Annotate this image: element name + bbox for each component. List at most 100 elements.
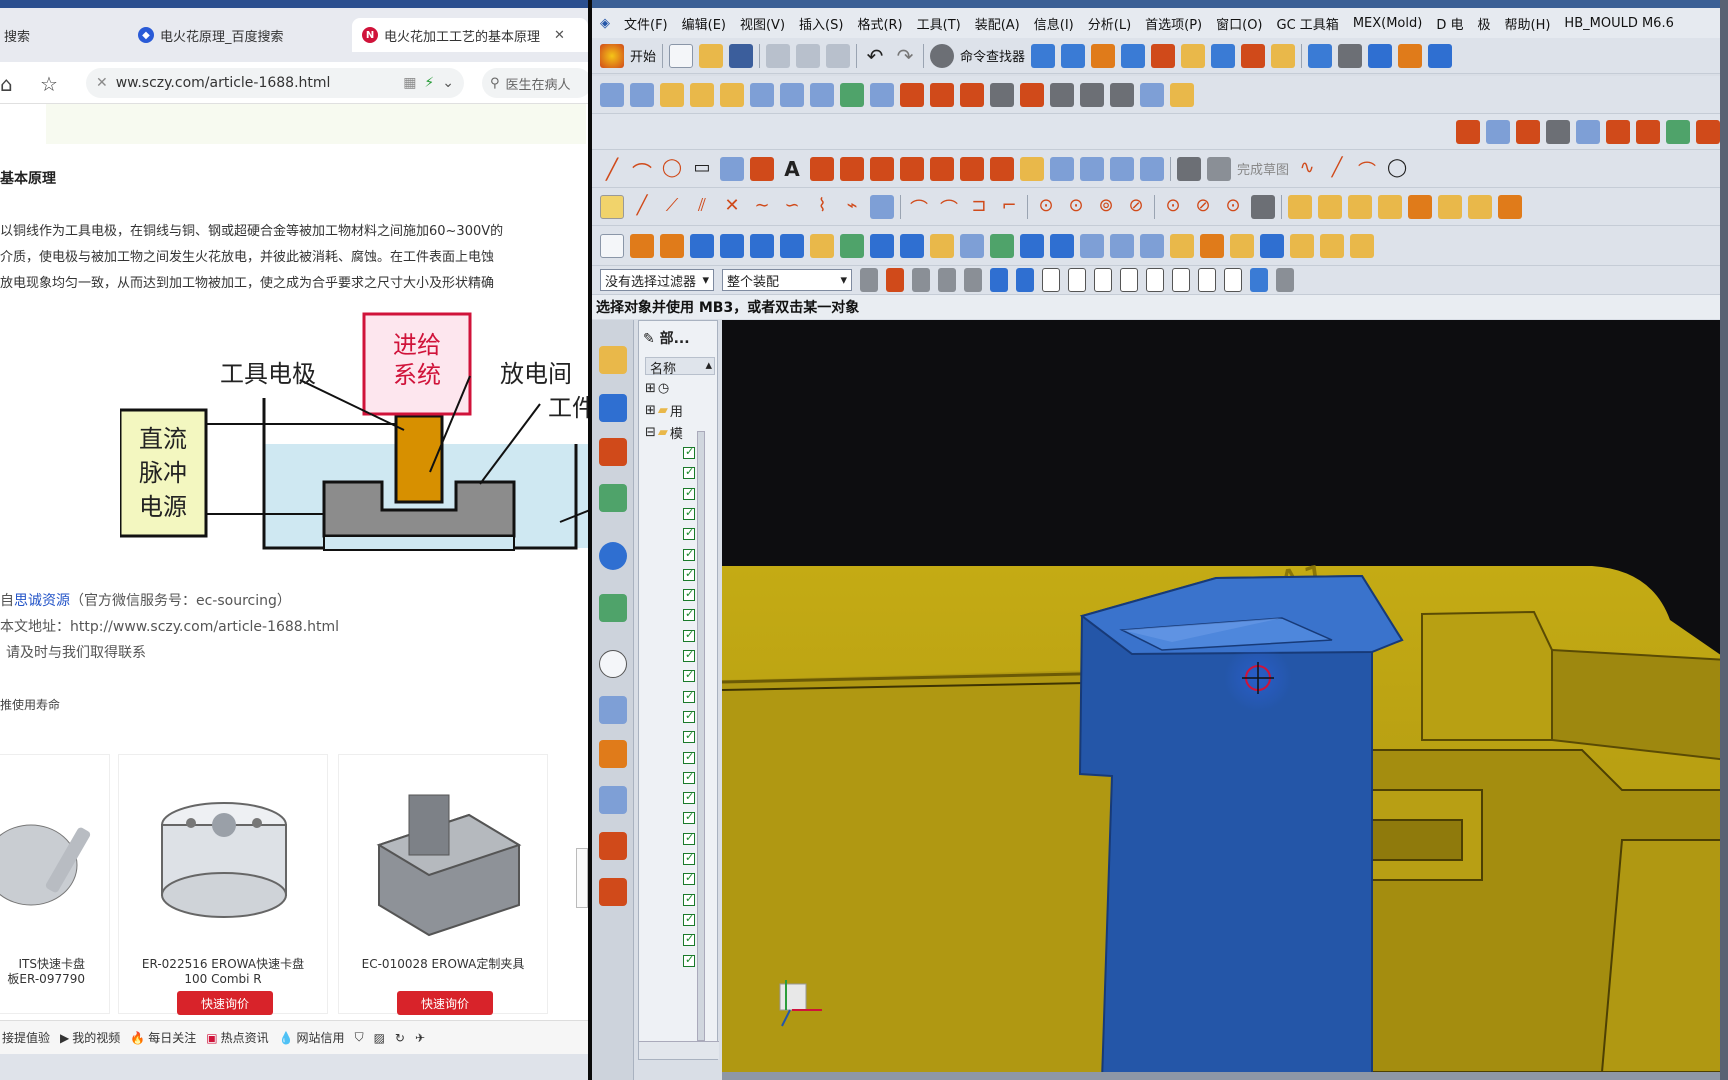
toolbar-icon[interactable]: ⊙ <box>1221 195 1245 219</box>
undo-icon[interactable]: ↶ <box>863 44 887 68</box>
tab-search[interactable]: 搜索 <box>0 18 40 52</box>
toolbar-icon[interactable] <box>1260 233 1284 258</box>
navigator-scrollbar[interactable] <box>697 431 705 1041</box>
toolbar-icon[interactable] <box>1050 156 1074 181</box>
toolbar-icon[interactable] <box>960 82 984 107</box>
info-icon[interactable] <box>599 542 627 570</box>
pin-icon[interactable]: ✎ <box>643 331 655 347</box>
open-folder-icon[interactable] <box>699 43 724 68</box>
toolbar-icon[interactable] <box>860 268 878 292</box>
browser-search-input[interactable]: ⚲ 医生在病人 <box>482 68 588 98</box>
toolbar-icon[interactable] <box>600 194 624 219</box>
toolbar-icon[interactable] <box>1438 194 1462 219</box>
toolbar-icon[interactable] <box>990 233 1014 258</box>
menu-mex[interactable]: MEX(Mold) <box>1353 16 1423 31</box>
paste-icon[interactable] <box>826 43 851 68</box>
toolbar-icon[interactable] <box>840 233 864 258</box>
toolbar-icon[interactable] <box>1271 43 1296 68</box>
toolbar-icon[interactable] <box>1666 119 1690 144</box>
toolbar-icon[interactable] <box>1696 119 1720 144</box>
toolbar-icon[interactable] <box>1121 43 1146 68</box>
toolbar-icon[interactable] <box>1428 43 1453 68</box>
toolbar-icon[interactable] <box>1606 119 1630 144</box>
feature-visibility-checkbox[interactable] <box>683 587 695 602</box>
toolbar-icon[interactable] <box>930 156 954 181</box>
feature-visibility-checkbox[interactable] <box>683 851 695 865</box>
toolbar-icon[interactable] <box>960 233 984 258</box>
menu-format[interactable]: 格式(R) <box>857 14 902 33</box>
chevron-down-icon[interactable]: ⌄ <box>442 75 454 91</box>
toolbar-icon[interactable] <box>1181 43 1206 68</box>
toolbar-icon[interactable] <box>1110 156 1134 181</box>
inquiry-button[interactable]: 快速询价 <box>397 991 493 1015</box>
toolbar-icon[interactable] <box>1318 194 1342 219</box>
feature-visibility-checkbox[interactable] <box>683 689 695 703</box>
save-icon[interactable] <box>729 43 754 68</box>
toolbar-icon[interactable]: ⊙ <box>1161 195 1185 219</box>
refresh-icon[interactable]: ↻ <box>395 1031 405 1045</box>
toolbar-icon[interactable] <box>938 268 956 292</box>
toolbar-icon[interactable] <box>1091 43 1116 68</box>
bottom-item[interactable]: ▶ 我的视频 <box>60 1029 120 1046</box>
send-icon[interactable]: ✈ <box>415 1031 425 1045</box>
toolbar-icon[interactable] <box>660 82 684 107</box>
grid-icon[interactable]: ▦ <box>403 75 416 91</box>
toolbar-icon[interactable] <box>990 156 1014 181</box>
toolbar-icon[interactable] <box>1080 233 1104 258</box>
toolbar-icon[interactable] <box>930 233 954 258</box>
redo-icon[interactable]: ↷ <box>893 44 917 68</box>
bottom-item[interactable]: 🔥 每日关注 <box>130 1029 196 1046</box>
toolbar-icon[interactable] <box>1170 82 1194 107</box>
toolbar-icon[interactable] <box>1468 194 1492 219</box>
history-clock-icon[interactable] <box>599 650 627 678</box>
feature-visibility-checkbox[interactable] <box>683 628 695 642</box>
toolbar-icon[interactable] <box>1110 82 1134 107</box>
floating-widget[interactable] <box>576 848 588 908</box>
toolbar-icon[interactable]: ⊚ <box>1094 195 1118 219</box>
menu-tools[interactable]: 工具(T) <box>917 14 961 33</box>
assembly-navigator-icon[interactable] <box>599 346 627 374</box>
menu-analysis[interactable]: 分析(L) <box>1088 14 1131 33</box>
feature-visibility-checkbox[interactable] <box>683 526 695 541</box>
shield-icon[interactable]: ⛉ <box>355 1030 364 1045</box>
toolbar-icon[interactable] <box>960 156 984 181</box>
product-card[interactable]: ITS快速卡盘 板ER-097790 <box>0 754 110 1014</box>
feature-visibility-checkbox[interactable] <box>683 465 695 480</box>
menu-gc-toolkit[interactable]: GC 工具箱 <box>1277 14 1339 33</box>
toolbar-icon[interactable] <box>1050 82 1074 107</box>
collapse-icon[interactable]: ⊟ <box>645 425 656 440</box>
toolbar-icon[interactable] <box>1050 233 1074 258</box>
toolbar-icon[interactable] <box>720 82 744 107</box>
process-studio-icon[interactable] <box>599 740 627 768</box>
feature-visibility-checkbox[interactable] <box>683 892 695 906</box>
toolbar-icon[interactable] <box>1031 43 1056 68</box>
feature-visibility-checkbox[interactable] <box>683 506 695 520</box>
toolbar-icon[interactable]: ⊘ <box>1191 195 1215 219</box>
toolbar-icon[interactable] <box>1151 43 1176 68</box>
snap-icon[interactable] <box>1042 268 1060 292</box>
toolbar-icon[interactable] <box>1276 268 1294 292</box>
menu-assembly[interactable]: 装配(A) <box>975 14 1020 33</box>
toolbar-icon[interactable] <box>1486 119 1510 144</box>
toolbar-icon[interactable] <box>630 82 654 107</box>
feature-visibility-checkbox[interactable] <box>683 648 695 662</box>
home-icon[interactable]: ⌂ <box>0 72 13 96</box>
toolbar-icon[interactable] <box>870 233 894 258</box>
toolbar-icon[interactable]: ⊘ <box>1124 195 1148 219</box>
toolbar-icon[interactable] <box>780 82 804 107</box>
sketch-icon[interactable] <box>1177 156 1201 181</box>
product-card[interactable]: EC-010028 EROWA定制夹具 快速询价 <box>338 754 548 1015</box>
finish-sketch-icon[interactable] <box>1207 156 1231 181</box>
nx-app-icon[interactable]: ◈ <box>600 16 610 31</box>
line-icon[interactable]: ╱ <box>600 157 624 181</box>
name-column-header[interactable]: 名称 ▴ <box>645 357 715 377</box>
graphics-window[interactable]: A1 <box>722 320 1728 1072</box>
toolbar-icon[interactable] <box>1456 119 1480 144</box>
command-finder-button[interactable]: 命令查找器 <box>960 46 1025 65</box>
toolbar-icon[interactable] <box>886 268 904 292</box>
toolbar-icon[interactable] <box>870 194 894 219</box>
menu-preferences[interactable]: 首选项(P) <box>1145 14 1202 33</box>
toolbar-icon[interactable] <box>870 156 894 181</box>
feature-visibility-checkbox[interactable] <box>683 547 695 561</box>
cut-icon[interactable] <box>766 43 791 68</box>
